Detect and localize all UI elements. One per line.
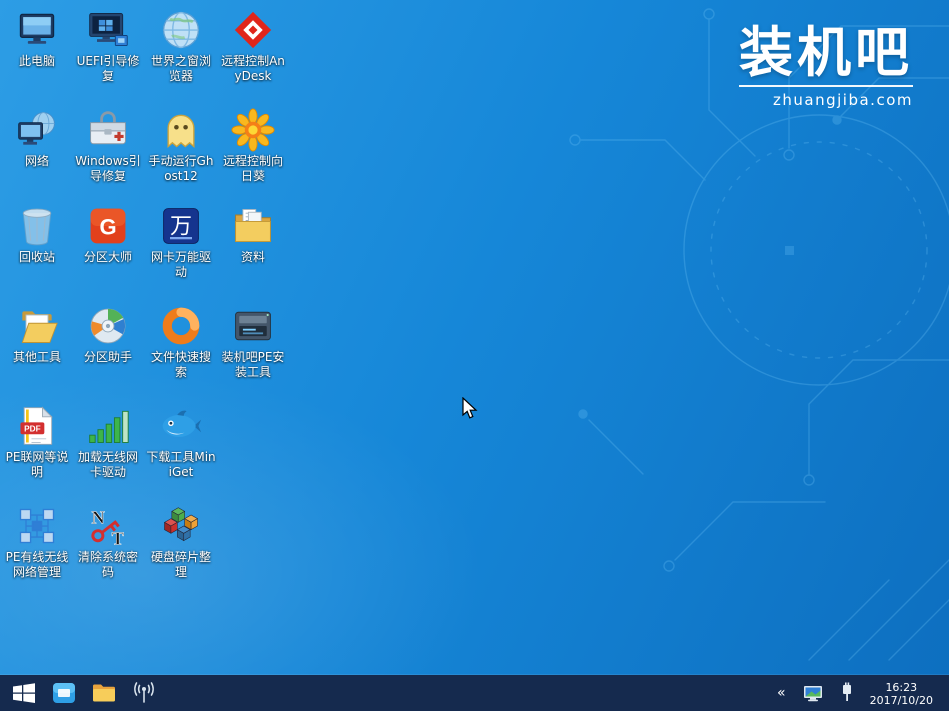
desktop-icon-documents[interactable]: 资料 — [218, 204, 288, 265]
sunflower-icon — [231, 108, 275, 152]
folder-icon — [91, 680, 117, 706]
desktop-icon-label: 世界之窗浏览器 — [146, 54, 216, 84]
desktop-icon-label: 加载无线网卡驱动 — [73, 450, 143, 480]
nt-key-icon: NT — [86, 504, 130, 548]
desktop-icon-label: Windows引导修复 — [73, 154, 143, 184]
clock-time: 16:23 — [870, 681, 933, 694]
desktop-icon-label: 分区大师 — [84, 250, 132, 265]
brand-domain: zhuangjiba.com — [739, 91, 913, 109]
desktop-icon-label: 远程控制AnyDesk — [218, 54, 288, 84]
taskbar-button-group — [0, 675, 164, 711]
desktop-icon-label: 分区助手 — [84, 350, 132, 365]
desktop-icon-label: 手动运行Ghost12 — [146, 154, 216, 184]
svg-text:PDF: PDF — [24, 425, 41, 434]
mouse-cursor — [461, 397, 479, 421]
taskbar-one-key-app-button[interactable] — [44, 675, 84, 711]
recycle-bin-icon — [15, 204, 59, 248]
desktop-icon-miniget-downloader[interactable]: 下载工具MiniGet — [146, 404, 216, 480]
desktop-icon-quick-file-search[interactable]: 文件快速搜索 — [146, 304, 216, 380]
desktop-icon-label: 此电脑 — [19, 54, 55, 69]
desktop-icon-load-wireless-driver[interactable]: 加载无线网卡驱动 — [73, 404, 143, 480]
desktop-icon-label: 回收站 — [19, 250, 55, 265]
toolbox-icon — [86, 108, 130, 152]
taskbar: « 16:23 2017/10/20 — [0, 675, 949, 711]
taskbar-wireless-tool-button[interactable] — [124, 675, 164, 711]
windows-logo-icon — [11, 680, 37, 706]
desktop-icon-this-pc[interactable]: 此电脑 — [2, 8, 72, 69]
desktop-icon-pe-network-manager[interactable]: PE有线无线网络管理 — [2, 504, 72, 580]
desktop-icon-label: 下载工具MiniGet — [146, 450, 216, 480]
ghost-icon — [159, 108, 203, 152]
desktop-icon-label: PE有线无线网络管理 — [2, 550, 72, 580]
desktop-icon-world-window-browser[interactable]: 世界之窗浏览器 — [146, 8, 216, 84]
desktop-icon-label: 远程控制向日葵 — [218, 154, 288, 184]
blue-app-icon — [51, 680, 77, 706]
desktop-icon-label: 网络 — [25, 154, 49, 169]
pdf-doc-icon: PDF — [15, 404, 59, 448]
brand-logo: 装机吧 zhuangjiba.com — [739, 24, 913, 109]
clock-date: 2017/10/20 — [870, 694, 933, 707]
desktop-icon-anydesk-remote[interactable]: 远程控制AnyDesk — [218, 8, 288, 84]
desktop-icon-recycle-bin[interactable]: 回收站 — [2, 204, 72, 265]
desktop-icon-windows-boot-repair[interactable]: Windows引导修复 — [73, 108, 143, 184]
desktop-icon-disk-defrag[interactable]: 硬盘碎片整理 — [146, 504, 216, 580]
pe-install-icon — [231, 304, 275, 348]
taskbar-file-explorer-button[interactable] — [84, 675, 124, 711]
start-button[interactable] — [4, 675, 44, 711]
desktop-icon-label: 资料 — [241, 250, 265, 265]
svg-text:G: G — [99, 214, 116, 239]
desktop-icon-zhuangjiba-pe-install[interactable]: 装机吧PE安装工具 — [218, 304, 288, 380]
signal-bars-icon — [86, 404, 130, 448]
folder-docs-icon — [231, 204, 275, 248]
computer-icon — [15, 8, 59, 52]
desktop-icon-pe-network-guide[interactable]: PDF PE联网等说明 — [2, 404, 72, 480]
desktop-icon-partition-master[interactable]: G 分区大师 — [73, 204, 143, 265]
desktop[interactable]: 装机吧 zhuangjiba.com 此电脑UEFI引导修复世界之窗浏览器远程控… — [0, 0, 949, 675]
svg-text:N: N — [92, 507, 105, 527]
taskbar-clock[interactable]: 16:23 2017/10/20 — [870, 680, 933, 707]
desktop-icon-label: 文件快速搜索 — [146, 350, 216, 380]
desktop-icon-clear-system-password[interactable]: NT清除系统密码 — [73, 504, 143, 580]
desktop-icon-label: UEFI引导修复 — [73, 54, 143, 84]
uefi-pc-icon — [86, 8, 130, 52]
globe-icon — [159, 8, 203, 52]
desktop-icon-nic-universal-driver[interactable]: 万网卡万能驱动 — [146, 204, 216, 280]
system-tray: « 16:23 2017/10/20 — [773, 675, 949, 711]
brand-underline — [739, 85, 913, 87]
tray-device-icon[interactable] — [836, 682, 858, 704]
desktop-icon-label: 网卡万能驱动 — [146, 250, 216, 280]
tray-display-icon[interactable] — [802, 682, 824, 704]
desktop-icon-partition-assistant[interactable]: 分区助手 — [73, 304, 143, 365]
disk-sphere-icon — [86, 304, 130, 348]
open-folder-icon — [15, 304, 59, 348]
brand-title: 装机吧 — [739, 24, 913, 82]
desktop-icon-other-tools[interactable]: 其他工具 — [2, 304, 72, 365]
tray-collapse-chevron[interactable]: « — [773, 675, 790, 711]
letter-badge-icon: G — [86, 204, 130, 248]
desktop-icon-uefi-boot-repair[interactable]: UEFI引导修复 — [73, 8, 143, 84]
wan-char-icon: 万 — [159, 204, 203, 248]
net-squares-icon — [15, 504, 59, 548]
desktop-icon-label: 清除系统密码 — [73, 550, 143, 580]
svg-text:万: 万 — [170, 213, 192, 238]
antenna-icon — [131, 680, 157, 706]
desktop-icon-sunflower-remote[interactable]: 远程控制向日葵 — [218, 108, 288, 184]
defrag-cubes-icon — [159, 504, 203, 548]
fish-icon — [159, 404, 203, 448]
desktop-icon-label: 硬盘碎片整理 — [146, 550, 216, 580]
network-icon — [15, 108, 59, 152]
desktop-icon-label: 其他工具 — [13, 350, 61, 365]
desktop-icon-network[interactable]: 网络 — [2, 108, 72, 169]
desktop-icon-label: PE联网等说明 — [2, 450, 72, 480]
anydesk-icon — [231, 8, 275, 52]
orange-ring-icon — [159, 304, 203, 348]
desktop-icon-label: 装机吧PE安装工具 — [218, 350, 288, 380]
desktop-icon-run-ghost12[interactable]: 手动运行Ghost12 — [146, 108, 216, 184]
